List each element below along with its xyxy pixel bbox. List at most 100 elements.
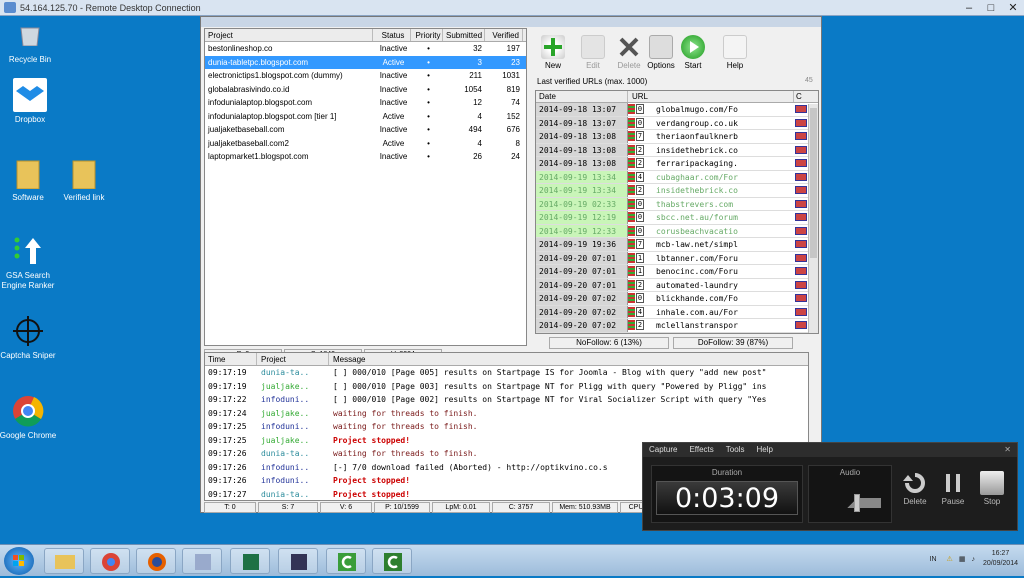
project-row[interactable]: jualjaketbaseball.com2 Active • 4 8: [205, 137, 526, 151]
maximize-button[interactable]: □: [980, 0, 1002, 16]
verified-url-row[interactable]: 2014-09-20 07:01 1 benocinc.com/Foru: [536, 265, 818, 279]
minimize-button[interactable]: –: [958, 0, 980, 16]
project-row[interactable]: laptopmarket1.blogspot.com Inactive • 26 24: [205, 150, 526, 164]
verified-scrollbar[interactable]: [808, 104, 818, 333]
log-row[interactable]: 09:17:19 dunia-ta.. [ ] 000/010 [Page 005]…: [205, 366, 808, 380]
project-row[interactable]: dunia-tabletpc.blogspot.com Active • 3 23: [205, 55, 526, 69]
project-name: bestonlineshop.co: [208, 44, 273, 53]
log-time: 09:17:22: [208, 395, 247, 404]
taskbar-c-app1[interactable]: [326, 548, 366, 574]
taskbar-excel[interactable]: [230, 548, 270, 574]
desktop-icon-dropbox[interactable]: Dropbox: [0, 78, 60, 125]
taskbar-app[interactable]: [182, 548, 222, 574]
project-row[interactable]: globalabrasivindo.co.id Inactive • 1054 819: [205, 83, 526, 97]
col-date[interactable]: Date: [536, 91, 628, 102]
verified-url-row[interactable]: 2014-09-18 13:07 0 globalmugo.com/Fo: [536, 103, 818, 117]
col-status[interactable]: Status: [373, 29, 411, 41]
project-row[interactable]: infodunialaptop.blogspot.com Inactive • 12 7…: [205, 96, 526, 110]
project-row[interactable]: jualjaketbaseball.com Inactive • 494 676: [205, 123, 526, 137]
flag-icon: [794, 184, 808, 197]
log-time: 09:17:26: [208, 462, 247, 472]
duration-label: Duration: [711, 468, 743, 477]
status-verified: V: 6: [320, 502, 372, 513]
verified-url-row[interactable]: 2014-09-20 07:02 4 inhale.com.au/For: [536, 305, 818, 319]
col-time[interactable]: Time: [205, 353, 257, 365]
verified-url-row[interactable]: 2014-09-18 13:07 0 verdangroup.co.uk: [536, 116, 818, 130]
desktop-icon-chrome[interactable]: Google Chrome: [0, 394, 58, 441]
clock[interactable]: 16:27 20/09/2014: [983, 549, 1018, 569]
desktop-icon-software[interactable]: Software: [0, 156, 58, 203]
menu-effects[interactable]: Effects: [689, 443, 713, 457]
verified-url-row[interactable]: 2014-09-20 07:02 2 mclellanstranspor: [536, 319, 818, 333]
verified-url-row[interactable]: 2014-09-19 13:34 4 cubaghaar.com/For: [536, 170, 818, 184]
start-button-windows[interactable]: [4, 547, 34, 575]
col-url[interactable]: URL: [628, 91, 794, 102]
flag-icon: [794, 211, 808, 224]
col-log-project[interactable]: Project: [257, 353, 329, 365]
log-row[interactable]: 09:17:25 infoduni.. waiting for threads to…: [205, 420, 808, 434]
verified-url-row[interactable]: 2014-09-20 07:02 0 blickhande.com/Fo: [536, 292, 818, 306]
desktop-icon-verified-link[interactable]: Verified link: [54, 156, 114, 203]
project-row[interactable]: bestonlineshop.co Inactive • 32 197: [205, 42, 526, 56]
flag-icon: [794, 117, 808, 130]
taskbar-gsa[interactable]: [278, 548, 318, 574]
verified-url-row[interactable]: 2014-09-18 13:08 2 insidethebrick.co: [536, 143, 818, 157]
col-project[interactable]: Project: [205, 29, 373, 41]
verified-url-row[interactable]: 2014-09-19 02:33 0 thabstrevers.com: [536, 197, 818, 211]
verified-url-row[interactable]: 2014-09-20 07:01 1 lbtanner.com/Foru: [536, 251, 818, 265]
menu-capture[interactable]: Capture: [649, 443, 677, 457]
recorder-delete-button[interactable]: Delete: [895, 471, 935, 506]
start-button[interactable]: Start: [677, 29, 709, 89]
project-status: Inactive: [379, 152, 408, 161]
log-time: 09:17:25: [208, 422, 247, 431]
col-c[interactable]: C: [794, 91, 808, 102]
verified-url-row[interactable]: 2014-09-19 13:34 2 insidethebrick.co: [536, 184, 818, 198]
taskbar-explorer[interactable]: [44, 548, 84, 574]
log-row[interactable]: 09:17:22 infoduni.. [ ] 000/010 [Page 002]…: [205, 393, 808, 407]
options-button[interactable]: Options: [645, 29, 677, 89]
desktop-icon-recycle-bin[interactable]: Recycle Bin: [0, 18, 60, 65]
project-row[interactable]: electronictips1.blogspot.com (dummy) Inac…: [205, 69, 526, 83]
flag-icon: [794, 238, 808, 251]
network-icon[interactable]: ▦: [959, 555, 966, 563]
verified-url-row[interactable]: 2014-09-18 13:08 2 ferraripackaging.: [536, 157, 818, 171]
recorder-close-button[interactable]: ✕: [1004, 443, 1011, 457]
verified-url-row[interactable]: 2014-09-20 07:01 2 automated-laundry: [536, 278, 818, 292]
audio-slider-thumb[interactable]: [854, 494, 861, 512]
col-submitted[interactable]: Submitted: [443, 29, 485, 41]
project-name: laptopmarket1.blogspot.com: [208, 152, 309, 161]
taskbar: IN ⚠ ▦ ♪ 16:27 20/09/2014: [0, 544, 1024, 576]
verified-url-row[interactable]: 2014-09-19 12:33 0 corusbeachvacatio: [536, 224, 818, 238]
taskbar-chrome[interactable]: [90, 548, 130, 574]
recorder-pause-button[interactable]: Pause: [933, 471, 973, 506]
help-button[interactable]: Help: [719, 29, 751, 89]
recorder-stop-button[interactable]: Stop: [972, 471, 1012, 506]
desktop-icon-gsa[interactable]: GSA Search Engine Ranker: [0, 234, 58, 291]
language-indicator[interactable]: IN: [930, 556, 937, 563]
col-message[interactable]: Message: [329, 353, 808, 365]
url-text: theriaonfaulknerb: [656, 132, 738, 141]
warning-icon[interactable]: ⚠: [947, 555, 953, 563]
url-markers: 2: [628, 279, 654, 292]
project-row[interactable]: infodunialaptop.blogspot.com [tier 1] Act…: [205, 110, 526, 124]
duration-panel: Duration 0:03:09: [651, 465, 803, 523]
url-date: 2014-09-20 07:02: [536, 319, 628, 332]
help-icon: [723, 35, 747, 59]
scrollbar-thumb[interactable]: [810, 108, 817, 258]
desktop-icon-captcha-sniper[interactable]: Captcha Sniper: [0, 314, 58, 361]
verified-url-row[interactable]: 2014-09-18 13:08 7 theriaonfaulknerb: [536, 130, 818, 144]
log-message: waiting for threads to finish.: [333, 422, 478, 431]
taskbar-firefox[interactable]: [136, 548, 176, 574]
col-verified[interactable]: Verified: [485, 29, 523, 41]
col-priority[interactable]: Priority: [411, 29, 443, 41]
menu-tools[interactable]: Tools: [726, 443, 745, 457]
audio-volume-slider[interactable]: [823, 498, 881, 508]
taskbar-c-app2[interactable]: [372, 548, 412, 574]
volume-icon[interactable]: ♪: [971, 556, 975, 563]
menu-help[interactable]: Help: [756, 443, 772, 457]
log-row[interactable]: 09:17:24 jualjake.. waiting for threads to…: [205, 407, 808, 421]
verified-url-row[interactable]: 2014-09-19 19:36 7 mcb-law.net/simpl: [536, 238, 818, 252]
close-button[interactable]: ✕: [1002, 0, 1024, 16]
log-row[interactable]: 09:17:19 jualjake.. [ ] 000/010 [Page 003]…: [205, 380, 808, 394]
verified-url-row[interactable]: 2014-09-19 12:19 0 sbcc.net.au/forum: [536, 211, 818, 225]
